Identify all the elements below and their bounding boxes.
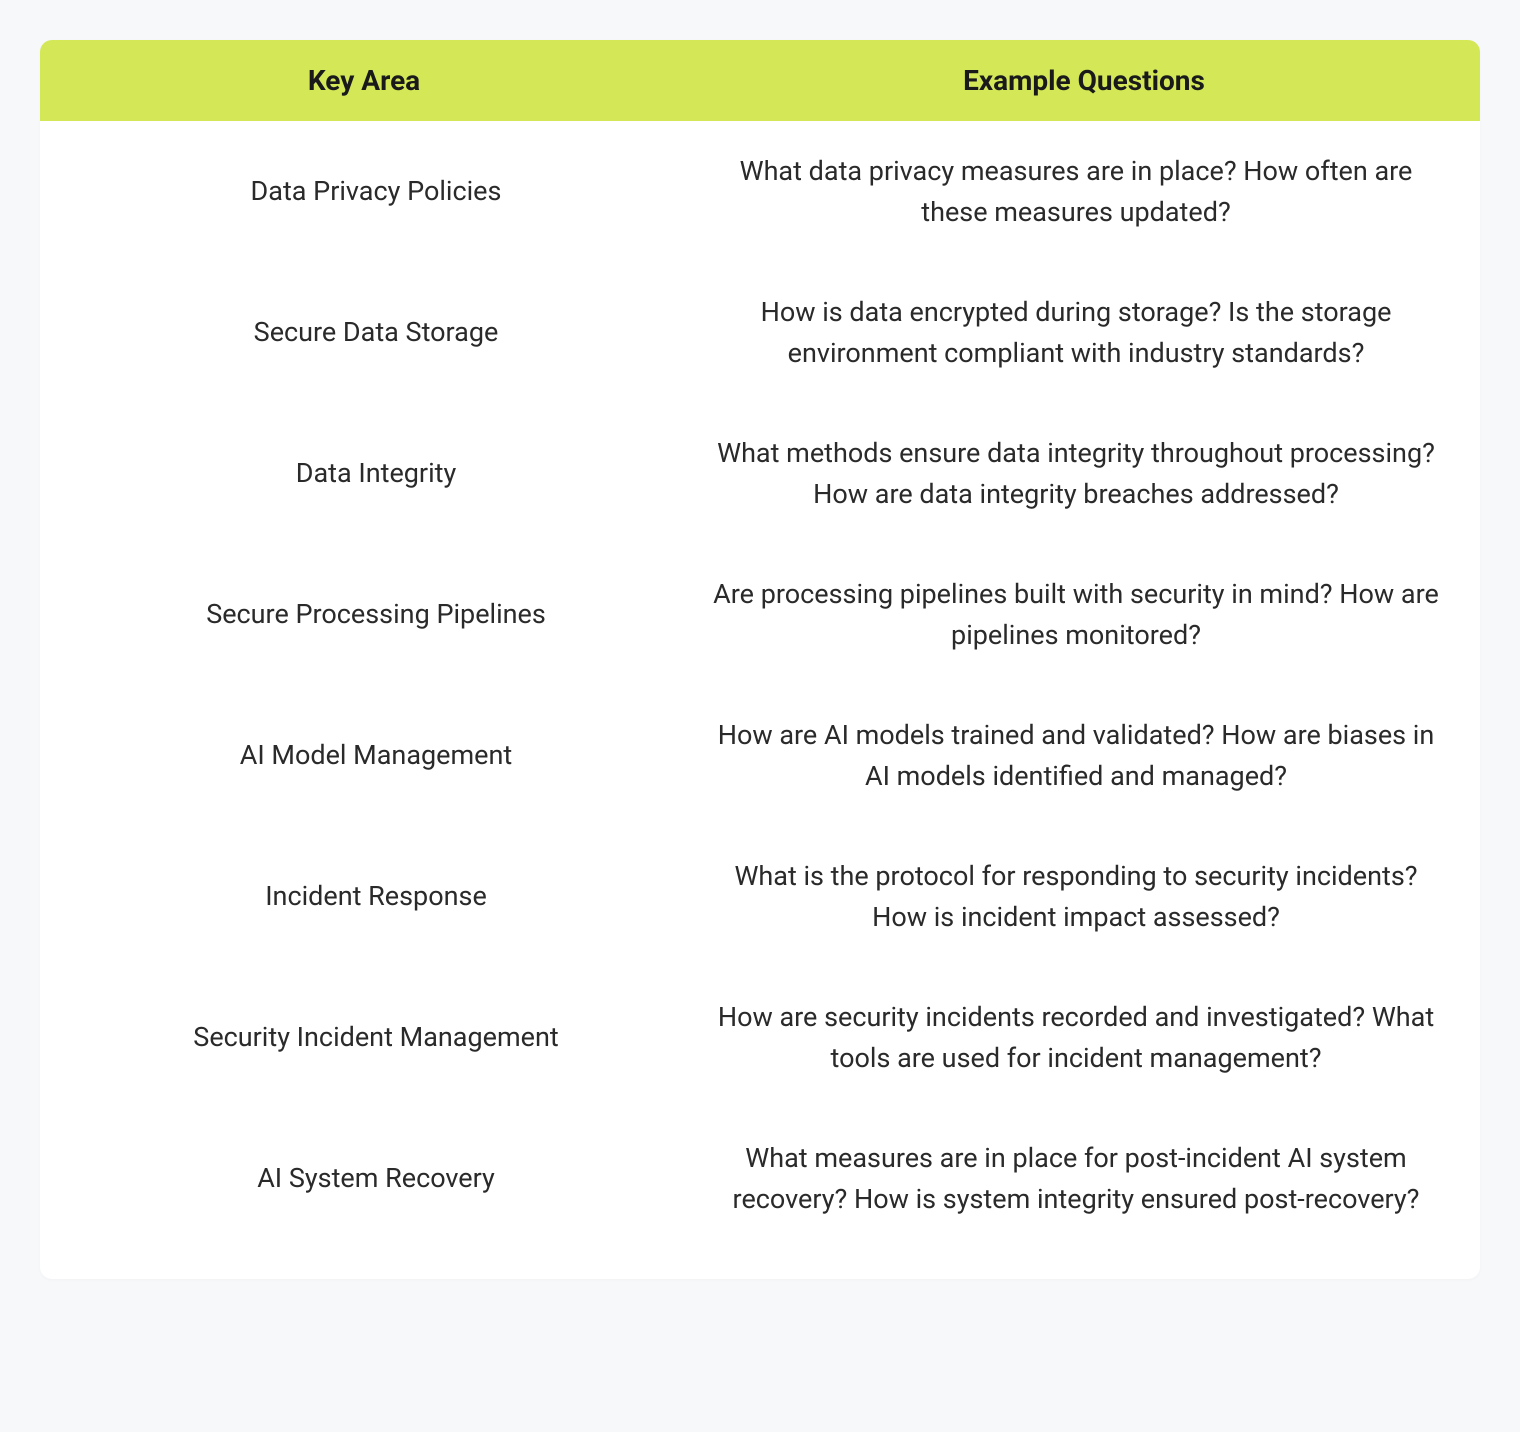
cell-key-area: Incident Response	[80, 876, 692, 917]
cell-example-questions: How are AI models trained and validated?…	[692, 715, 1440, 796]
header-example-questions: Example Questions	[688, 64, 1480, 97]
table-row: Incident Response What is the protocol f…	[40, 826, 1480, 967]
cell-key-area: Data Integrity	[80, 453, 692, 494]
table-row: Security Incident Management How are sec…	[40, 967, 1480, 1108]
table-row: Secure Data Storage How is data encrypte…	[40, 262, 1480, 403]
cell-key-area: Secure Data Storage	[80, 312, 692, 353]
table-body: Data Privacy Policies What data privacy …	[40, 121, 1480, 1279]
table-row: Data Integrity What methods ensure data …	[40, 403, 1480, 544]
security-questions-table: Key Area Example Questions Data Privacy …	[40, 40, 1480, 1279]
cell-example-questions: What data privacy measures are in place?…	[692, 151, 1440, 232]
cell-key-area: Security Incident Management	[80, 1017, 692, 1058]
cell-example-questions: What is the protocol for responding to s…	[692, 856, 1440, 937]
table-row: AI System Recovery What measures are in …	[40, 1108, 1480, 1249]
cell-key-area: AI Model Management	[80, 735, 692, 776]
table-row: AI Model Management How are AI models tr…	[40, 685, 1480, 826]
cell-key-area: AI System Recovery	[80, 1158, 692, 1199]
table-header: Key Area Example Questions	[40, 40, 1480, 121]
cell-example-questions: How is data encrypted during storage? Is…	[692, 292, 1440, 373]
cell-example-questions: What measures are in place for post-inci…	[692, 1138, 1440, 1219]
cell-example-questions: How are security incidents recorded and …	[692, 997, 1440, 1078]
cell-example-questions: Are processing pipelines built with secu…	[692, 574, 1440, 655]
cell-key-area: Secure Processing Pipelines	[80, 594, 692, 635]
cell-example-questions: What methods ensure data integrity throu…	[692, 433, 1440, 514]
cell-key-area: Data Privacy Policies	[80, 171, 692, 212]
table-row: Secure Processing Pipelines Are processi…	[40, 544, 1480, 685]
header-key-area: Key Area	[40, 64, 688, 97]
table-row: Data Privacy Policies What data privacy …	[40, 121, 1480, 262]
